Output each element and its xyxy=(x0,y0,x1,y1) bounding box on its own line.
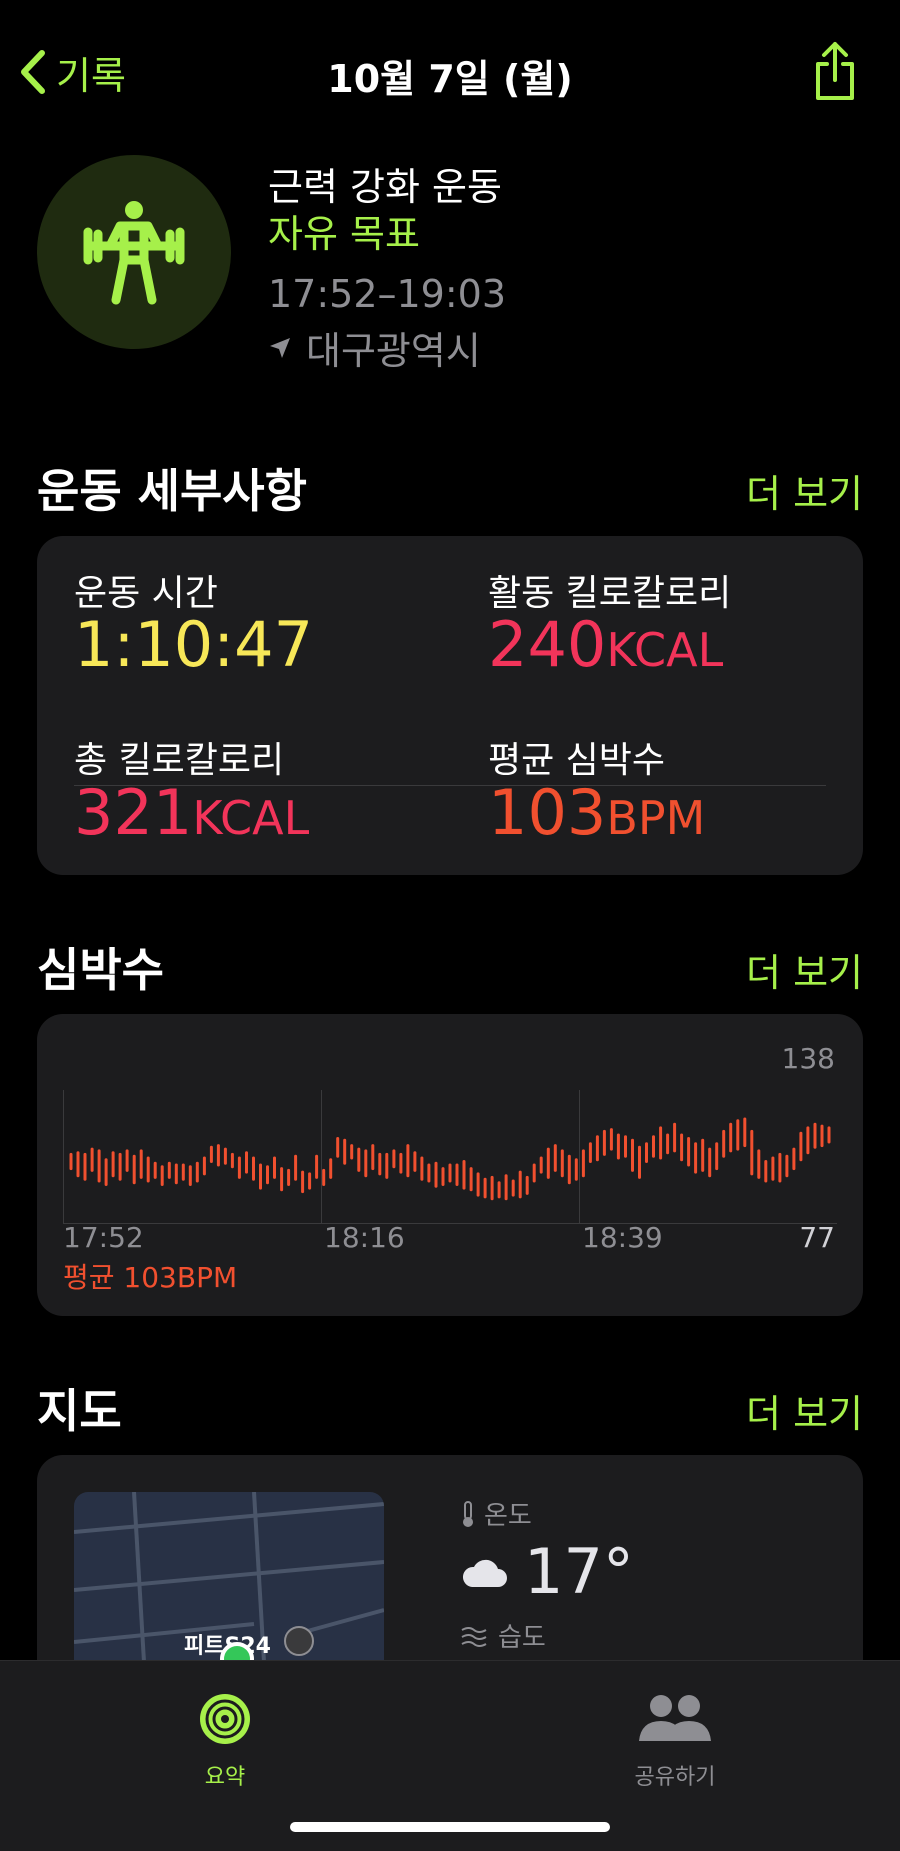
activity-rings-icon xyxy=(200,1694,250,1744)
map-section-title: 지도 xyxy=(37,1384,122,1438)
workout-location: 대구광역시 xyxy=(268,320,481,375)
avg-heart-rate-number: 103 xyxy=(488,776,607,849)
heart-rate-section-title: 심박수 xyxy=(37,943,164,997)
heart-rate-card[interactable]: 138 17:52 18:16 18:39 77 평균 103BPM xyxy=(37,1014,863,1316)
humidity-icon xyxy=(461,1626,487,1647)
details-more-link[interactable]: 더 보기 xyxy=(746,463,863,518)
active-calories-value: 240KCAL xyxy=(488,608,723,681)
temperature-label: 온도 xyxy=(460,1495,532,1532)
heart-rate-more-link[interactable]: 더 보기 xyxy=(746,942,863,997)
humidity-label: 습도 xyxy=(460,1617,546,1654)
home-indicator xyxy=(290,1822,610,1832)
total-calories-number: 321 xyxy=(74,776,193,849)
share-icon xyxy=(816,42,854,100)
page-title: 10월 7일 (월) xyxy=(327,57,573,101)
hr-time-label-mid: 18:16 xyxy=(324,1221,405,1254)
heart-rate-chart xyxy=(63,1090,837,1224)
map-card[interactable]: 피트S24 온도 17° 습도 xyxy=(37,1455,863,1695)
avg-heart-rate-unit: BPM xyxy=(606,791,706,845)
workout-time-range: 17:52–19:03 xyxy=(268,272,507,316)
people-icon xyxy=(639,1695,711,1741)
details-section-title: 운동 세부사항 xyxy=(37,464,307,518)
duration-value: 1:10:47 xyxy=(74,608,313,681)
temperature-label-text: 온도 xyxy=(484,1501,532,1531)
workout-type-badge xyxy=(37,155,231,349)
duration-number: 1:10:47 xyxy=(74,608,314,681)
active-calories-unit: KCAL xyxy=(606,623,724,677)
temperature-value: 17° xyxy=(460,1535,634,1608)
total-calories-value: 321KCAL xyxy=(74,776,309,849)
total-calories-unit: KCAL xyxy=(192,791,310,845)
strength-training-icon xyxy=(83,201,185,305)
thermometer-icon xyxy=(463,1500,473,1527)
hr-min-label: 77 xyxy=(799,1221,835,1254)
hr-time-label-start: 17:52 xyxy=(63,1221,144,1254)
share-button[interactable] xyxy=(810,40,860,102)
hr-time-label-end: 18:39 xyxy=(582,1221,663,1254)
map-more-link[interactable]: 더 보기 xyxy=(746,1383,863,1438)
tab-sharing[interactable]: 공유하기 xyxy=(575,1691,775,1791)
hr-max-label: 138 xyxy=(781,1042,835,1075)
workout-details-card[interactable]: 운동 시간 1:10:47 활동 킬로칼로리 240KCAL 총 킬로칼로리 3… xyxy=(37,536,863,875)
tab-sharing-label: 공유하기 xyxy=(634,1765,716,1790)
location-arrow-icon xyxy=(270,337,290,358)
cloud-icon xyxy=(462,1559,507,1587)
tab-summary[interactable]: 요약 xyxy=(125,1691,325,1791)
map-poi-icon xyxy=(284,1626,314,1656)
avg-heart-rate-value: 103BPM xyxy=(488,776,705,849)
workout-goal: 자유 목표 xyxy=(268,212,420,256)
humidity-label-text: 습도 xyxy=(498,1623,546,1653)
temperature-value-text: 17° xyxy=(524,1535,634,1608)
tab-summary-label: 요약 xyxy=(204,1765,246,1790)
route-map[interactable]: 피트S24 xyxy=(74,1492,384,1662)
hr-average-label: 평균 103BPM xyxy=(63,1261,238,1294)
active-calories-number: 240 xyxy=(488,608,607,681)
workout-location-label: 대구광역시 xyxy=(306,329,481,373)
